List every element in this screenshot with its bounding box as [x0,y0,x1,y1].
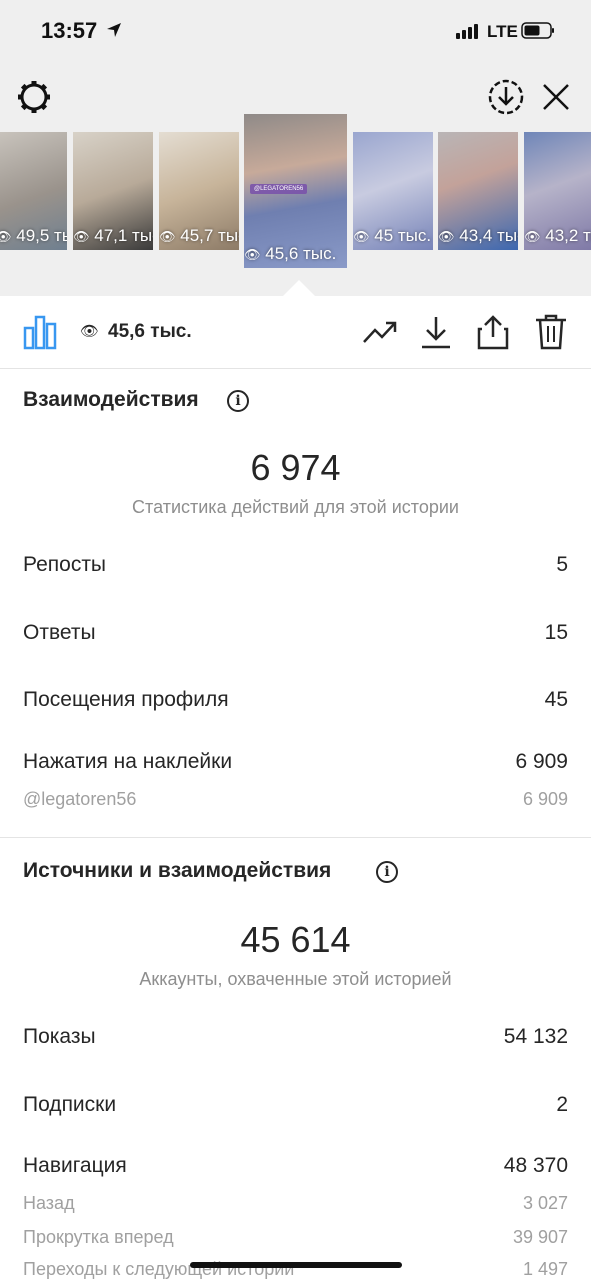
story-views: 45,6 тыс. [265,244,337,263]
interactions-caption: Статистика действий для этой истории [132,497,459,517]
story-thumbnail[interactable]: 👁 49,5 тыс. [0,132,67,250]
story-thumbnail[interactable]: 👁 45 тыс. [353,132,433,250]
selected-story-pointer [283,280,315,296]
story-thumbnail[interactable]: 👁 45,7 тыс. [159,132,239,250]
status-bar: 13:57 LTE [0,0,591,66]
story-views: 47,1 тыс. [94,226,153,245]
metric-label: Репосты [23,553,107,576]
story-header: 13:57 LTE 👁 49,5 тыс. 👁 47,1 тыс. 👁 45,7… [0,0,591,296]
save-story-icon[interactable] [487,78,525,116]
network-type: LTE [487,22,518,41]
metric-label: Навигация [23,1154,127,1177]
story-thumbnail[interactable]: 👁 43,4 тыс. [438,132,518,250]
metric-value: 6 909 [515,750,568,773]
metric-value: 15 [544,621,568,644]
metric-label: Ответы [23,621,96,644]
metric-value: 54 132 [503,1025,568,1048]
metric-sub-value: 39 907 [512,1227,568,1247]
interactions-total: 6 974 [250,447,341,488]
eye-icon: 👁 [80,323,100,340]
metric-label: Подписки [23,1093,117,1116]
story-view-count: 45,6 тыс. [108,321,192,342]
metric-sub-value: 3 027 [522,1193,568,1213]
interactions-title: Взаимодействия [23,388,199,411]
home-indicator[interactable] [190,1262,402,1268]
metric-value: 48 370 [503,1154,568,1177]
status-time: 13:57 [41,18,98,43]
settings-gear-icon[interactable] [15,78,53,116]
story-mention-tag: @LEGATOREN56 [250,184,308,194]
delete-trash-icon[interactable] [534,314,568,350]
info-icon[interactable]: i [376,861,398,883]
share-icon[interactable] [476,314,510,350]
eye-icon: 👁 [0,229,12,244]
story-views: 43,4 тыс. [459,226,518,245]
eye-icon: 👁 [353,229,370,244]
metric-value: 45 [544,688,568,711]
metric-value: 5 [556,553,568,576]
info-icon[interactable]: i [227,390,249,412]
story-views: 49,5 тыс. [16,226,67,245]
location-arrow-icon [107,23,121,37]
story-toolbar: 👁 45,6 тыс. [0,296,591,369]
metric-sub-label: Прокрутка вперед [23,1227,174,1247]
story-thumbnail-selected[interactable]: @LEGATOREN56 👁 45,6 тыс. [244,114,347,268]
download-icon[interactable] [419,314,453,350]
metric-label: Нажатия на наклейки [23,750,233,773]
eye-icon: 👁 [244,247,261,262]
eye-icon: 👁 [159,229,176,244]
story-thumbnail[interactable]: 👁 47,1 тыс. [73,132,153,250]
story-views: 45,7 тыс. [180,226,239,245]
metric-value: 2 [556,1093,568,1116]
metric-sub-value: 6 909 [522,789,568,809]
eye-icon: 👁 [438,229,455,244]
section-divider [0,837,591,838]
story-thumbnail[interactable]: 👁 43,2 тыс. [524,132,591,250]
metric-label: Показы [23,1025,96,1048]
metric-sub-label: Назад [23,1193,75,1213]
discovery-title: Источники и взаимодействия [23,859,332,882]
metric-sub-value: 1 497 [522,1259,568,1279]
story-views: 45 тыс. [374,226,432,245]
insights-bar-chart-icon[interactable] [22,314,58,350]
signal-icon [456,24,478,39]
eye-icon: 👁 [73,229,90,244]
metric-sub-label: @legatoren56 [23,789,137,809]
battery-icon [521,22,554,39]
close-icon[interactable] [541,82,571,112]
discovery-total: 45 614 [240,919,351,960]
discovery-caption: Аккаунты, охваченные этой историей [139,969,452,989]
story-views: 43,2 тыс. [545,226,591,245]
promote-trend-icon[interactable] [362,314,398,350]
metric-label: Посещения профиля [23,688,229,711]
eye-icon: 👁 [524,229,541,244]
